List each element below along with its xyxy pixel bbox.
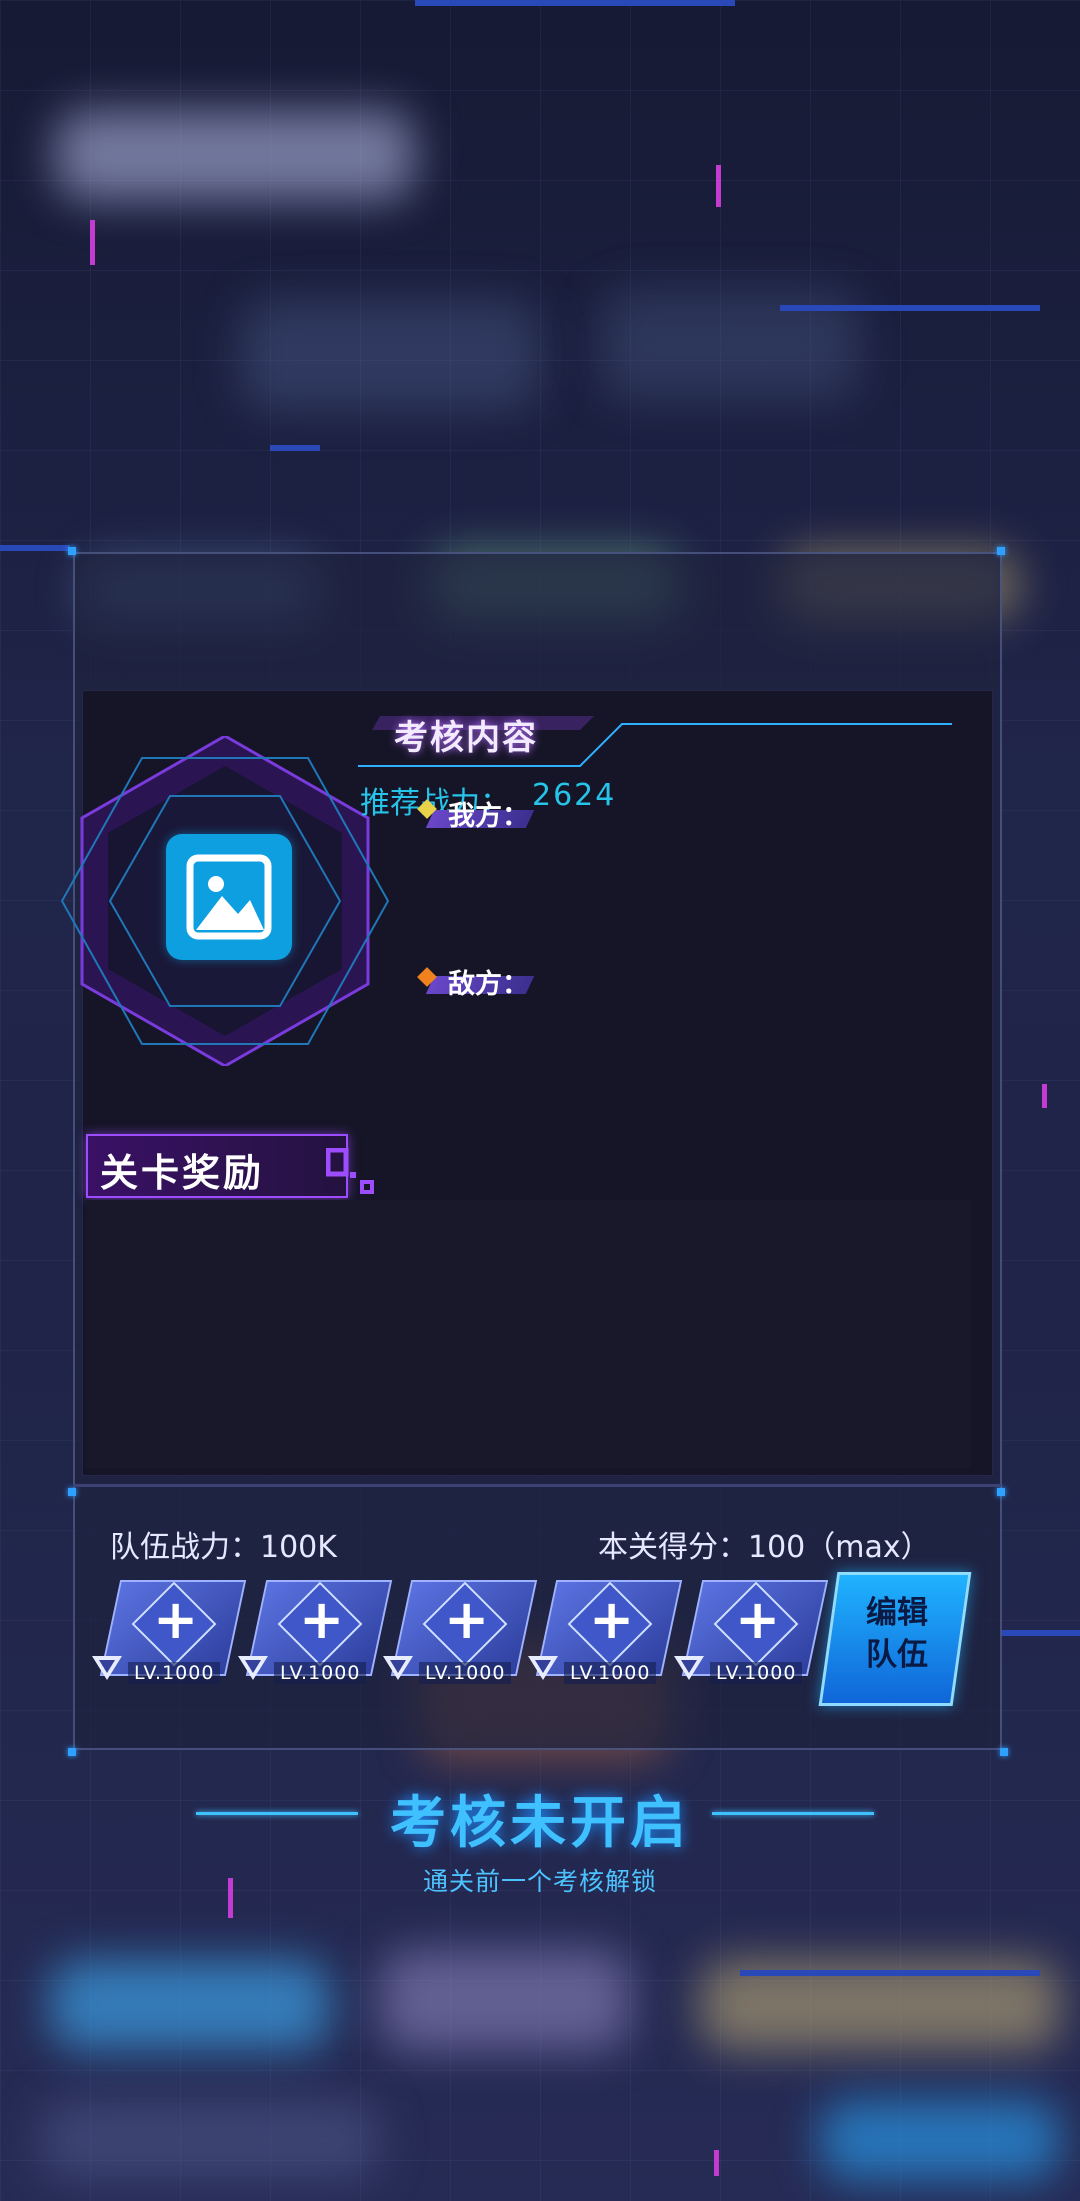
- frame-corner-dot: [997, 1488, 1005, 1496]
- stage-score: 本关得分：100（max）: [598, 1530, 931, 1565]
- exam-title: 考核内容: [394, 718, 538, 758]
- triangle-rank-inner: [390, 1660, 406, 1673]
- team-power: 队伍战力：100K: [110, 1530, 337, 1565]
- team-slot-1[interactable]: + LV.1000: [92, 1580, 247, 1686]
- frame-corner-dot: [997, 547, 1005, 555]
- recommended-power-value: 2624: [532, 778, 617, 813]
- team-slot-5[interactable]: + LV.1000: [674, 1580, 829, 1686]
- glitch-streak: [780, 305, 1040, 311]
- slot-level: LV.1000: [274, 1662, 367, 1684]
- glitch-streak: [740, 1970, 1040, 1976]
- glitch-tick: [90, 220, 95, 265]
- plus-icon: +: [589, 1588, 635, 1651]
- glitch-streak: [0, 545, 70, 551]
- team-slot-2[interactable]: + LV.1000: [238, 1580, 393, 1686]
- slot-level: LV.1000: [564, 1662, 657, 1684]
- blur-block: [380, 1950, 630, 2050]
- glitch-tick: [716, 165, 721, 207]
- our-side-label: 我方：: [448, 801, 529, 832]
- frame-corner-dot: [68, 1748, 76, 1756]
- triangle-rank-inner: [681, 1660, 697, 1673]
- plus-icon: +: [735, 1588, 781, 1651]
- blur-block: [40, 2100, 380, 2180]
- glitch-streak: [1000, 1630, 1080, 1636]
- blur-block: [50, 1960, 330, 2050]
- plus-icon: +: [444, 1588, 490, 1651]
- glitch-tick: [1042, 1084, 1047, 1108]
- frame-corner-dot: [68, 547, 76, 555]
- rewards-box: [86, 1200, 970, 1468]
- glitch-tick: [714, 2150, 719, 2176]
- triangle-rank-inner: [535, 1660, 551, 1673]
- edit-team-label[interactable]: 编辑队伍: [852, 1592, 942, 1676]
- image-placeholder-icon: [186, 854, 272, 940]
- team-slot-4[interactable]: + LV.1000: [528, 1580, 683, 1686]
- glitch-streak: [270, 445, 320, 451]
- frame-separator: [73, 1484, 1001, 1487]
- rewards-label: 关卡奖励: [100, 1151, 265, 1195]
- triangle-rank-inner: [245, 1660, 261, 1673]
- enemy-side-label: 敌方：: [448, 969, 529, 1000]
- avatar[interactable]: [166, 834, 292, 960]
- frame-corner-dot: [1000, 1748, 1008, 1756]
- exam-status-title: 考核未开启: [390, 1791, 690, 1856]
- unlock-hint: 通关前一个考核解锁: [422, 1867, 657, 1896]
- blur-block: [240, 300, 540, 410]
- blur-title-block: [55, 110, 415, 200]
- slot-level: LV.1000: [419, 1662, 512, 1684]
- plus-icon: +: [299, 1588, 345, 1651]
- plus-icon: +: [153, 1588, 199, 1651]
- frame-corner-dot: [68, 1488, 76, 1496]
- team-slot-3[interactable]: + LV.1000: [383, 1580, 538, 1686]
- triangle-rank-inner: [99, 1660, 115, 1673]
- slot-level: LV.1000: [710, 1662, 803, 1684]
- glitch-streak: [415, 0, 735, 6]
- blur-block: [820, 2100, 1060, 2180]
- slot-level: LV.1000: [128, 1662, 221, 1684]
- rewards-tag-decoration: [326, 1148, 374, 1194]
